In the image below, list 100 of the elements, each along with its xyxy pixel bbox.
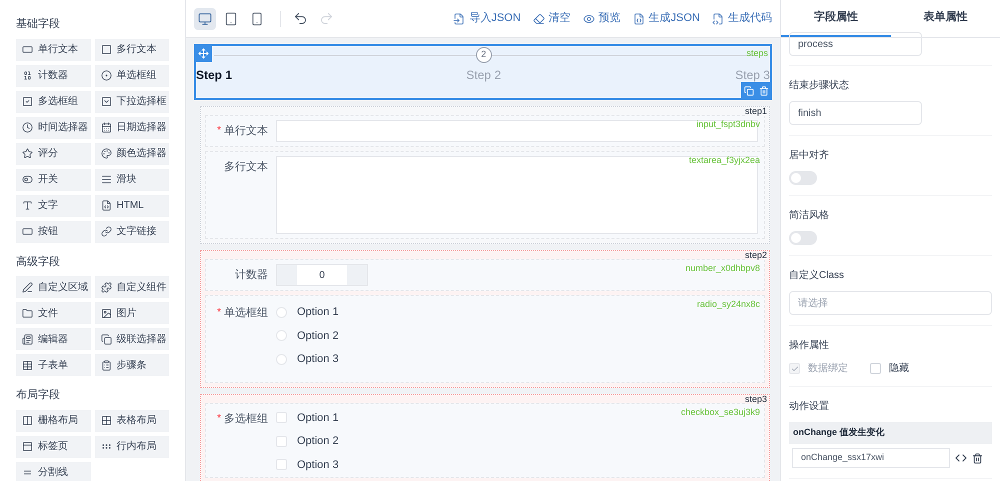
property-label: 结束步骤状态 — [789, 78, 850, 93]
toolbar-link[interactable]: 生成代码 — [712, 10, 772, 27]
property-label: 动作设置 — [789, 400, 830, 414]
required-mark: * — [217, 306, 221, 320]
checkbox[interactable] — [870, 363, 881, 374]
palette-item[interactable]: 自定义区域 — [16, 276, 90, 298]
property-label: 自定义Class — [789, 268, 846, 283]
delete-icon[interactable] — [972, 452, 983, 464]
action-header: onChange 值发生变化 — [789, 422, 992, 444]
palette-item[interactable]: HTML — [94, 194, 169, 216]
option-label: Option 3 — [297, 458, 339, 472]
palette-item[interactable]: 自定义组件 — [94, 276, 169, 298]
code-icon[interactable] — [955, 452, 967, 464]
json-file-icon — [632, 12, 645, 24]
palette-item[interactable]: 开关 — [16, 168, 90, 190]
steps-widget[interactable]: steps Step 1 2 Step 2 Step 3 — [194, 44, 772, 100]
toggle-switch[interactable] — [789, 231, 817, 245]
palette-item[interactable]: 行内布局 — [94, 436, 169, 458]
puzzle-icon — [100, 282, 112, 292]
move-icon — [198, 48, 208, 58]
textarea-field[interactable] — [276, 156, 758, 234]
step-group[interactable]: input_fspt3dnbv * 单行文本 textarea_f3yjx2ea 多行文本 step1 — [200, 106, 770, 244]
code-file-icon — [100, 200, 112, 211]
form-item[interactable]: radio_sy24nx8c * 单选框组 Option 1 Option 2 Option 3 — [205, 295, 765, 382]
checkbox-label: 隐藏 — [889, 362, 909, 376]
copy-icon[interactable] — [744, 86, 754, 96]
text-input[interactable]: onChange_ssx17xwi — [792, 448, 950, 468]
form-item[interactable]: checkbox_se3uj3k9 * 多选框组 Option 1 Option 2 Option 3 — [205, 402, 765, 478]
step-group[interactable]: number_x0dhbpv8 计数器 0 radio_sy24nx8c * 单选框组 Option 1 Option 2 Option 3 step2 — [200, 250, 770, 388]
palette-item[interactable]: 颜色选择器 — [94, 142, 169, 164]
image-icon — [100, 308, 112, 318]
toggle-switch[interactable] — [789, 171, 817, 185]
group-tag: step2 — [744, 251, 767, 260]
counter-icon — [22, 70, 33, 81]
palette-item[interactable]: 分割线 — [16, 462, 90, 481]
palette-item[interactable]: 多行文本 — [94, 38, 169, 60]
palette-item[interactable]: 级联选择器 — [94, 328, 169, 350]
toolbar-link[interactable]: 预览 — [582, 10, 621, 27]
palette-item[interactable]: 按钮 — [16, 220, 90, 242]
palette-item[interactable]: 时间选择器 — [16, 116, 90, 138]
checkbox[interactable] — [276, 459, 287, 470]
palette-item[interactable]: 标签页 — [16, 436, 90, 458]
palette-item[interactable]: 文字链接 — [94, 220, 169, 242]
text-input[interactable]: finish — [789, 101, 922, 125]
palette-item[interactable]: 表格布局 — [94, 410, 169, 432]
palette-item[interactable]: 文件 — [16, 302, 90, 324]
field-tag: radio_sy24nx8c — [696, 298, 760, 312]
property-label: 简洁风格 — [789, 208, 830, 223]
palette-icon — [100, 148, 112, 159]
step-group[interactable]: checkbox_se3uj3k9 * 多选框组 Option 1 Option 2 Option 3 step3 — [200, 394, 770, 481]
form-item[interactable]: input_fspt3dnbv * 单行文本 — [205, 115, 765, 147]
panel-tab[interactable]: 字段属性 — [781, 0, 890, 37]
columns-icon — [22, 415, 33, 426]
step-number: 2 — [476, 47, 492, 63]
tablet-icon — [224, 12, 238, 26]
palette-item[interactable]: 评分 — [16, 142, 90, 164]
palette-item[interactable]: 下拉选择框 — [94, 90, 169, 112]
field-tag: number_x0dhbpv8 — [685, 262, 760, 276]
radio-icon — [100, 70, 112, 81]
required-mark: * — [217, 124, 221, 138]
palette-item[interactable]: 多选框组 — [16, 90, 90, 112]
palette-item[interactable]: 子表单 — [16, 354, 90, 376]
toolbar-link[interactable]: 生成JSON — [632, 10, 700, 27]
text-input[interactable] — [276, 120, 758, 142]
toolbar-link[interactable]: 导入JSON — [453, 10, 521, 27]
copy-icon — [100, 334, 112, 344]
device-button[interactable] — [194, 8, 216, 30]
redo-icon — [318, 11, 334, 26]
radio-button[interactable] — [276, 354, 287, 365]
palette-item[interactable]: 编辑器 — [16, 328, 90, 350]
palette-item[interactable]: 计数器 — [16, 64, 90, 86]
dropdown-icon — [100, 96, 112, 107]
move-handle[interactable] — [194, 44, 212, 62]
option-label: Option 3 — [297, 352, 339, 367]
form-item[interactable]: number_x0dhbpv8 计数器 0 — [205, 259, 765, 291]
property-label: 操作属性 — [789, 338, 830, 353]
number-input[interactable]: 0 — [276, 264, 368, 286]
form-item[interactable]: textarea_f3yjx2ea 多行文本 — [205, 151, 765, 239]
palette-item[interactable]: 文字 — [16, 194, 90, 216]
palette-item[interactable]: 单选框组 — [94, 64, 169, 86]
step-title: Step 2 — [466, 67, 501, 84]
palette-item[interactable]: 图片 — [94, 302, 169, 324]
palette-item[interactable]: 步骤条 — [94, 354, 169, 376]
checkbox-icon — [22, 96, 33, 107]
toolbar-link[interactable]: 清空 — [532, 10, 571, 27]
palette-item[interactable]: 单行文本 — [16, 38, 90, 60]
lines-icon — [100, 174, 112, 185]
undo-icon — [292, 11, 308, 26]
text-input[interactable]: process — [789, 32, 922, 56]
eraser-icon — [532, 12, 545, 24]
radio-button[interactable] — [276, 330, 287, 342]
checkbox[interactable] — [276, 412, 287, 424]
palette-item[interactable]: 日期选择器 — [94, 116, 169, 138]
property-label: 居中对齐 — [789, 148, 830, 163]
field-tag: textarea_f3yjx2ea — [688, 154, 760, 168]
radio-button[interactable] — [276, 306, 287, 318]
palette-item[interactable]: 滑块 — [94, 168, 169, 190]
palette-item[interactable]: 栅格布局 — [16, 410, 90, 432]
field-tag: checkbox_se3uj3k9 — [680, 406, 760, 419]
checkbox[interactable] — [276, 436, 287, 447]
